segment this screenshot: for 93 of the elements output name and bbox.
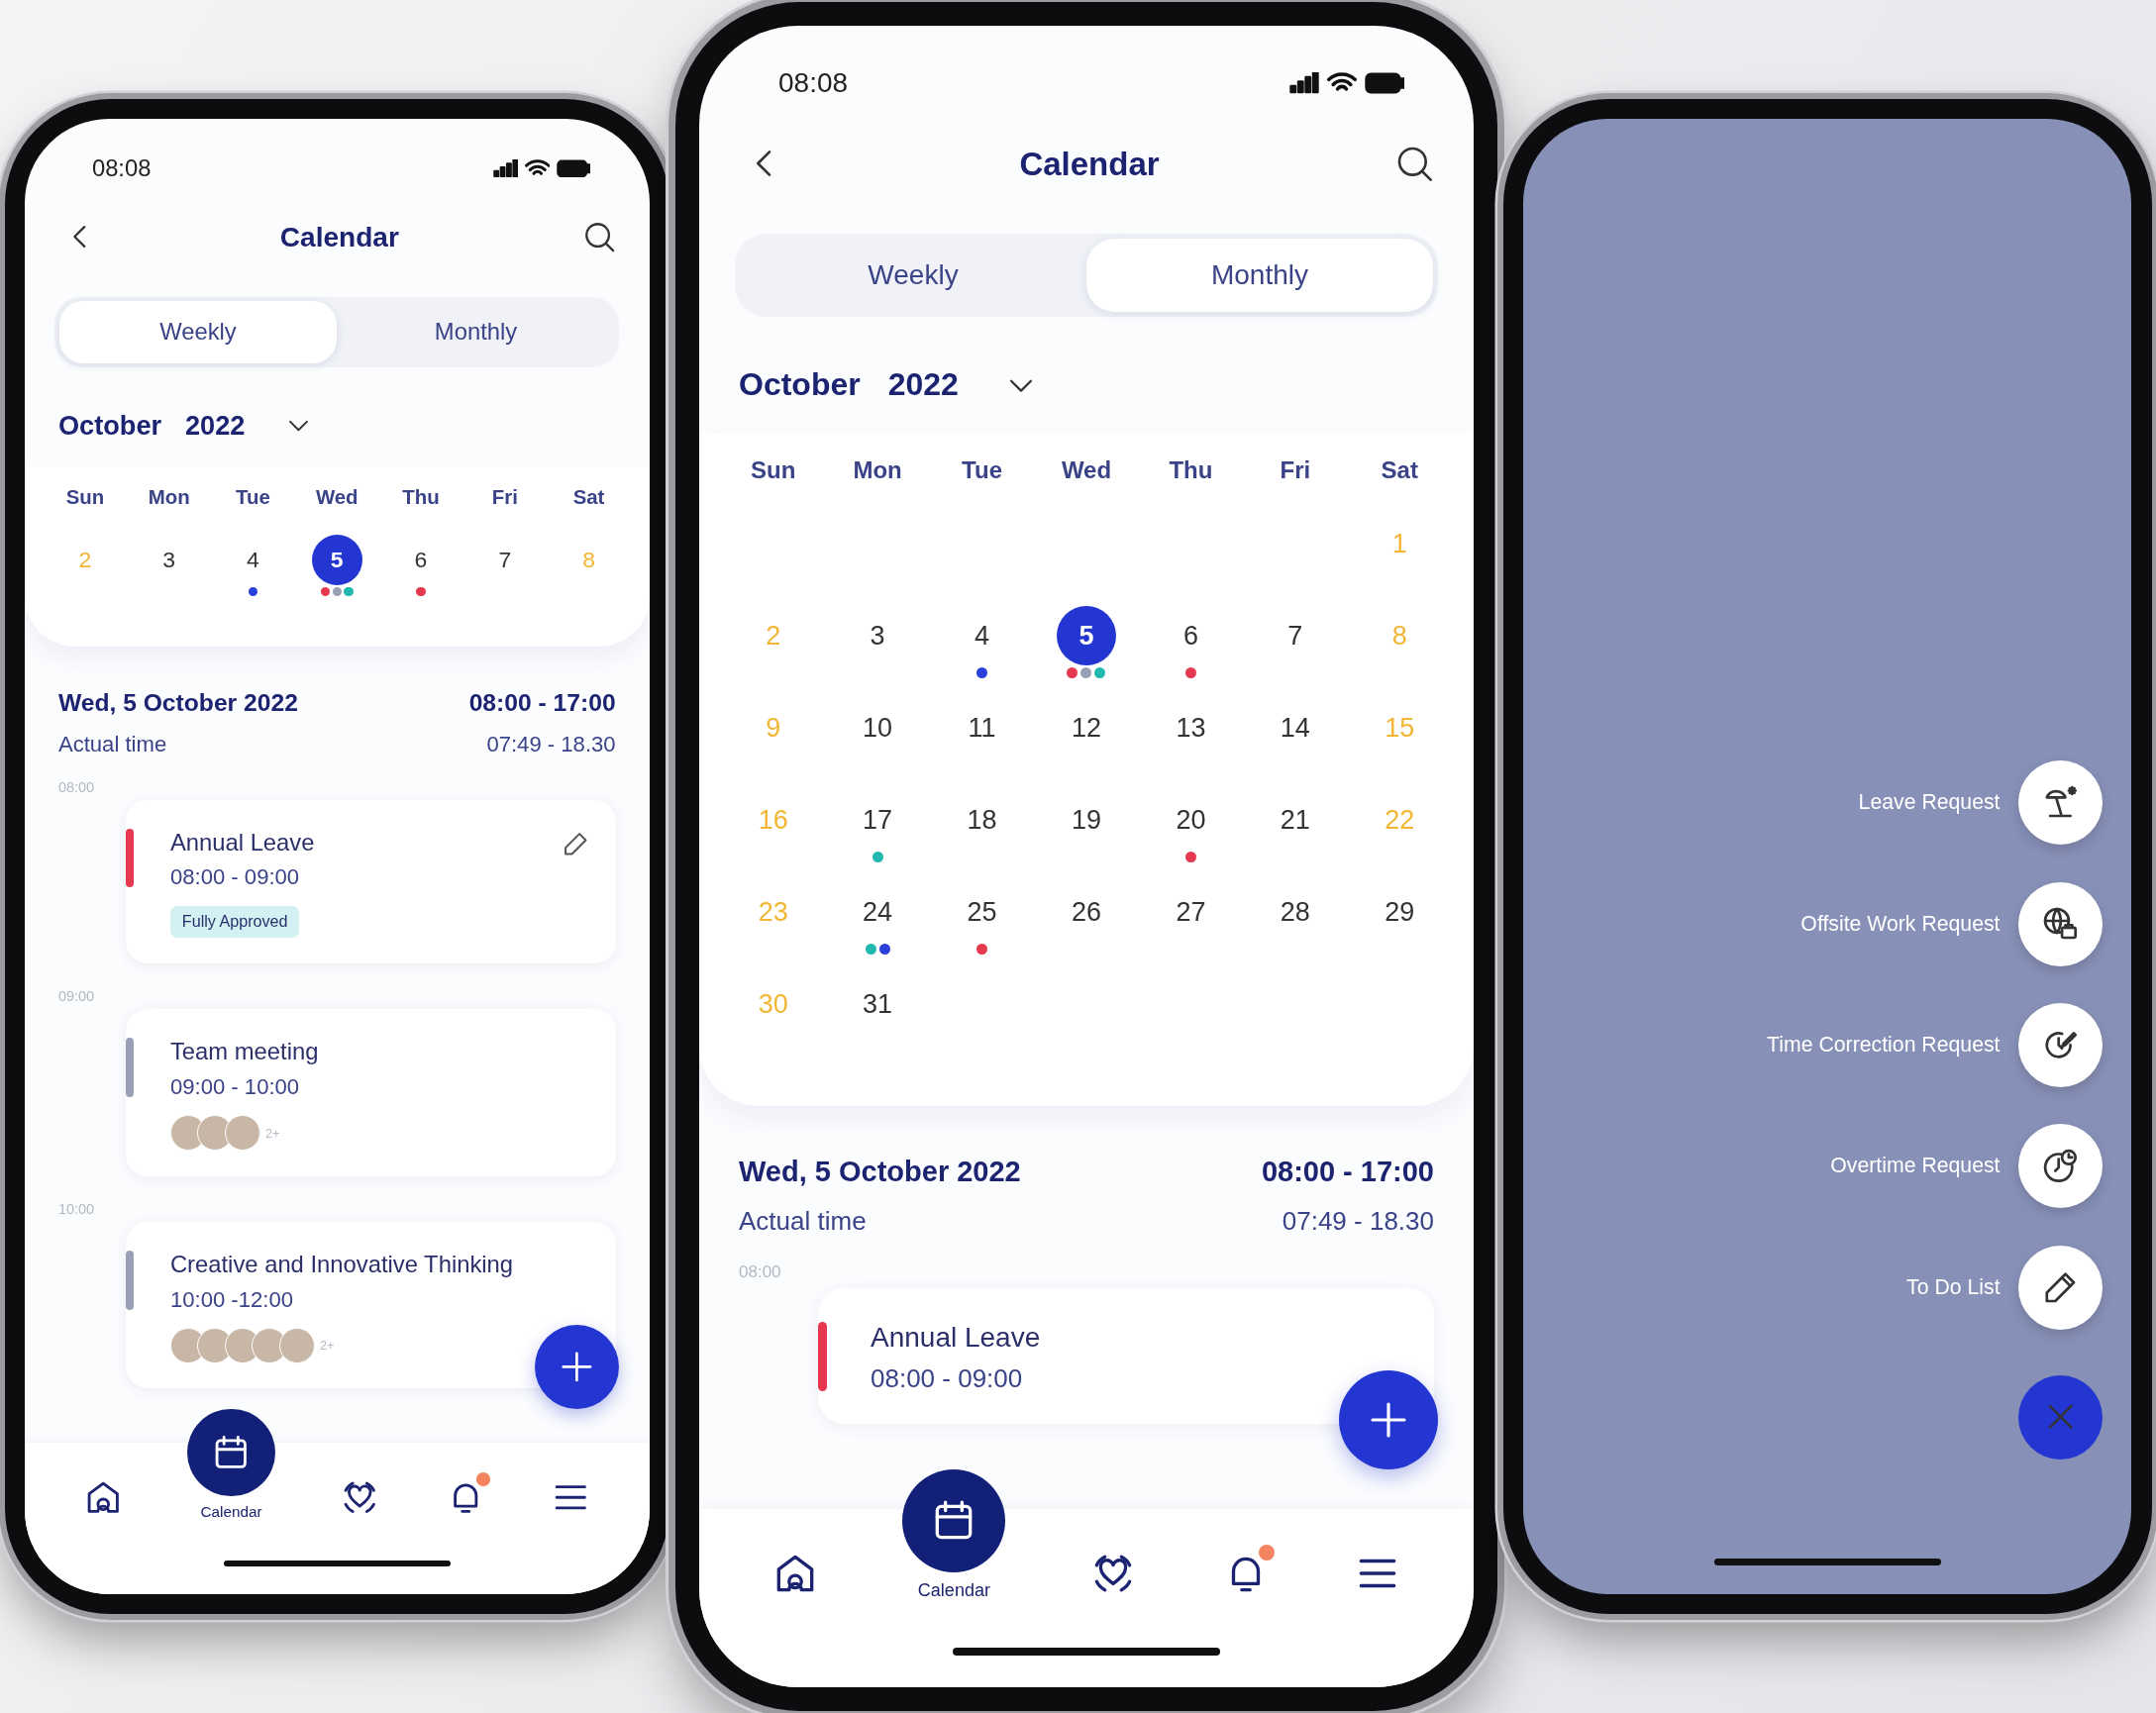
attendee-count: 2+ (265, 1125, 280, 1141)
hour-label: 08:00 (739, 1262, 782, 1282)
event-time: 10:00 -12:00 (169, 1286, 294, 1313)
weekday-label: Thu (1168, 455, 1214, 485)
actual-time-label: Actual time (739, 1206, 868, 1237)
status-time: 08:08 (778, 67, 849, 99)
wifi-icon (524, 158, 551, 178)
day-number[interactable]: 3 (848, 606, 908, 665)
actual-hours: 07:49 - 18.30 (485, 731, 616, 757)
weekday-label: Mon (147, 485, 191, 511)
day-number[interactable]: 4 (952, 606, 1012, 665)
weekday-label: Tue (235, 485, 271, 511)
day-number[interactable]: 21 (1265, 790, 1325, 850)
day-number[interactable]: 18 (952, 790, 1012, 850)
event-title: Annual Leave (871, 1322, 1042, 1354)
selected-date: Wed, 5 October 2022 (739, 1156, 1022, 1188)
weekday-label: Mon (852, 455, 903, 485)
hour-label: 08:00 (57, 778, 96, 795)
weekday-label: Tue (961, 455, 1003, 485)
weekday-label: Wed (1060, 455, 1113, 485)
notification-dot (1258, 1545, 1275, 1561)
day-number[interactable]: 24 (848, 882, 908, 942)
event-title: Creative and Innovative Thinking (169, 1251, 515, 1279)
add-button[interactable] (1339, 1370, 1438, 1469)
view-tab[interactable]: Monthly (337, 300, 615, 363)
event-card[interactable]: Team meeting 09:00 - 10:00 2+ (125, 1009, 616, 1176)
nav-label: Calendar (200, 1502, 262, 1521)
day-number[interactable]: 17 (848, 790, 908, 850)
signal-icon (492, 158, 518, 178)
day-number[interactable]: 29 (1370, 882, 1430, 942)
day-number[interactable]: 6 (1161, 606, 1221, 665)
day-number[interactable]: 25 (952, 882, 1012, 942)
event-card[interactable]: Creative and Innovative Thinking 10:00 -12:00 2+ (125, 1222, 616, 1389)
view-tab[interactable]: Weekly (740, 239, 1086, 312)
day-number[interactable]: 27 (1161, 882, 1221, 942)
day-number[interactable]: 10 (848, 698, 908, 757)
year-label[interactable]: 2022 (887, 366, 959, 403)
day-number[interactable]: 3 (144, 534, 195, 585)
selected-day[interactable]: 5 (311, 534, 362, 585)
weekday-label: Sun (64, 485, 106, 511)
nav-label: Calendar (917, 1580, 990, 1601)
day-number[interactable]: 11 (952, 698, 1012, 757)
actual-time-label: Actual time (57, 731, 168, 757)
avatar (278, 1327, 315, 1363)
event-time: 09:00 - 10:00 (169, 1073, 301, 1100)
day-number[interactable]: 13 (1161, 698, 1221, 757)
day-number[interactable]: 20 (1161, 790, 1221, 850)
weekday-label: Fri (490, 485, 519, 511)
planned-hours: 08:00 - 17:00 (1261, 1156, 1434, 1188)
day-number[interactable]: 7 (1265, 606, 1325, 665)
day-number[interactable]: 12 (1057, 698, 1116, 757)
event-title: Annual Leave (169, 828, 316, 856)
day-number[interactable]: 31 (848, 974, 908, 1034)
notification-dot (476, 1472, 490, 1486)
battery-icon (557, 158, 591, 178)
selected-day[interactable]: 5 (1057, 606, 1116, 665)
actual-hours: 07:49 - 18.30 (1281, 1206, 1434, 1237)
status-badge: Fully Approved (169, 905, 300, 939)
month-label[interactable]: October (57, 409, 162, 442)
selected-date: Wed, 5 October 2022 (57, 688, 299, 717)
day-number[interactable]: 4 (227, 534, 278, 585)
attendee-count: 2+ (320, 1338, 335, 1354)
event-card[interactable]: Annual Leave 08:00 - 09:00 (818, 1288, 1434, 1424)
day-number[interactable]: 19 (1057, 790, 1116, 850)
hour-label: 10:00 (57, 1201, 96, 1218)
battery-icon (1365, 72, 1404, 94)
weekday-label: Wed (314, 485, 359, 511)
weekday-label: Sat (571, 485, 606, 511)
day-number[interactable]: 14 (1265, 698, 1325, 757)
hour-label: 09:00 (57, 988, 96, 1005)
view-tab[interactable]: Weekly (58, 300, 338, 363)
weekday-label: Sun (750, 455, 797, 485)
planned-hours: 08:00 - 17:00 (468, 688, 616, 717)
event-time: 08:00 - 09:00 (871, 1363, 1024, 1394)
signal-icon (1289, 72, 1319, 94)
avatar (224, 1115, 260, 1152)
screen-title: Calendar (1019, 146, 1160, 183)
event-time: 08:00 - 09:00 (169, 864, 301, 891)
day-number[interactable]: 26 (1057, 882, 1116, 942)
year-label[interactable]: 2022 (184, 409, 246, 442)
weekday-label: Fri (1279, 455, 1312, 485)
screen-title: Calendar (279, 222, 399, 254)
day-number[interactable]: 7 (479, 534, 531, 585)
wifi-icon (1327, 72, 1357, 94)
month-label[interactable]: October (739, 366, 861, 403)
weekday-label: Sat (1380, 455, 1419, 485)
day-number[interactable]: 28 (1265, 882, 1325, 942)
event-title: Team meeting (169, 1038, 320, 1066)
weekday-label: Thu (401, 485, 441, 511)
event-card[interactable]: Annual Leave 08:00 - 09:00 Fully Approved (125, 800, 616, 963)
status-time: 08:08 (91, 154, 152, 183)
view-tab[interactable]: Monthly (1086, 239, 1433, 312)
day-number[interactable]: 6 (395, 534, 447, 585)
